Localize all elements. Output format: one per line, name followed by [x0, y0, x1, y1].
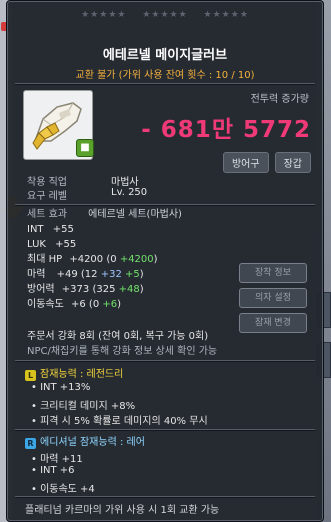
- stat-base: 12: [84, 269, 98, 280]
- potential-header: L 잠재능력 : 레전드리: [25, 365, 123, 381]
- stat-total: +49: [56, 269, 78, 280]
- stat-total: +6: [71, 299, 86, 310]
- starforce-stars: ★★★★★ ★★★★★ ★★★★★: [7, 10, 323, 20]
- req-level-label: 요구 레벨: [27, 191, 67, 202]
- additional-potential-line: INT +6: [31, 465, 74, 476]
- stat-name: 마력: [27, 269, 46, 280]
- potential-line: INT +13%: [31, 382, 90, 393]
- stat-starforce: +6: [102, 299, 118, 310]
- req-job-value: 마법사: [111, 177, 139, 188]
- divider: [15, 83, 315, 85]
- set-effect-label: 세트 효과: [27, 209, 67, 220]
- stat-base: 325: [96, 284, 116, 295]
- stat-total: +373: [61, 284, 90, 295]
- trade-note: 교환 불가 (가위 사용 잔여 횟수 : 10 / 10): [75, 70, 255, 81]
- additional-potential-line: 이동속도 +4: [31, 480, 95, 495]
- stat-value: +55: [52, 224, 74, 235]
- stat-value: +55: [55, 239, 77, 250]
- stat-total: +4200: [69, 254, 104, 265]
- item-tooltip: ★★★★★ ★★★★★ ★★★★★ 에테르넬 메이지글러브 교환 불가 (가위 …: [6, 0, 324, 522]
- power-change-label: 전투력 증가량: [250, 94, 309, 105]
- star-group: ★★★★★: [203, 10, 249, 20]
- rare-grade-icon: R: [25, 438, 36, 449]
- stat-name: 이동속도: [27, 299, 64, 310]
- divider: [15, 429, 315, 431]
- equip-info-button[interactable]: 장착 정보: [239, 263, 307, 283]
- additional-potential-line: 마력 +11: [31, 450, 83, 465]
- legendary-grade-icon: L: [25, 370, 36, 381]
- potential-line: 피격 시 5% 확률로 데미지의 40% 무시: [31, 412, 208, 427]
- set-effect-value: 에테르넬 세트(마법사): [88, 209, 182, 220]
- stat-name: LUK: [27, 239, 46, 250]
- divider: [15, 496, 315, 498]
- tag-category: 방어구: [222, 152, 269, 173]
- karma-scissors-note: 플래티넘 카르마의 가위 사용 시 1회 교환 가능: [25, 505, 220, 516]
- stat-base: 0: [92, 299, 100, 310]
- stat-additional: +32: [100, 269, 122, 280]
- potential-title: 잠재능력 : 레전드리: [40, 369, 124, 380]
- item-name: 에테르넬 메이지글러브: [102, 48, 228, 63]
- scroll-upgrade-info: 주문서 강화 8회 (잔여 0회, 복구 가능 0회): [27, 331, 209, 342]
- req-job-label: 착용 직업: [27, 177, 67, 188]
- item-icon-frame: ■: [23, 90, 94, 160]
- lock-icon: ■: [76, 139, 94, 157]
- item-tags: 방어구 장갑: [222, 152, 311, 173]
- potential-line: 크리티컬 데미지 +8%: [31, 397, 135, 412]
- tag-type: 장갑: [274, 152, 311, 173]
- stat-name: 최대 HP: [27, 254, 63, 265]
- stat-row-int: INT +55: [27, 222, 317, 237]
- stat-row-luk: LUK +55: [27, 237, 317, 252]
- stat-bonus: +4200: [119, 254, 154, 265]
- set-effect-row: 세트 효과 에테르넬 세트(마법사): [27, 207, 317, 222]
- stat-name: INT: [27, 224, 44, 235]
- star-group: ★★★★★: [142, 10, 188, 20]
- req-level-value: Lv. 250: [111, 187, 148, 198]
- stat-starforce: +48: [118, 284, 140, 295]
- star-group: ★★★★★: [81, 10, 127, 20]
- divider: [15, 204, 315, 206]
- stat-name: 방어력: [27, 284, 55, 295]
- npc-note: NPC/채집키를 통해 강화 정보 상세 확인 가능: [27, 346, 218, 357]
- stat-starforce: +5: [125, 269, 140, 280]
- potential-change-button[interactable]: 잠재 변경: [239, 313, 307, 333]
- additional-potential-title: 에디셔널 잠재능력 : 레어: [40, 437, 145, 448]
- chair-setting-button[interactable]: 의자 설정: [239, 288, 307, 308]
- divider: [15, 360, 315, 362]
- power-change-value: - 681만 5772: [141, 117, 311, 143]
- additional-potential-header: R 에디셔널 잠재능력 : 레어: [25, 433, 145, 449]
- stat-base: 0: [110, 254, 117, 265]
